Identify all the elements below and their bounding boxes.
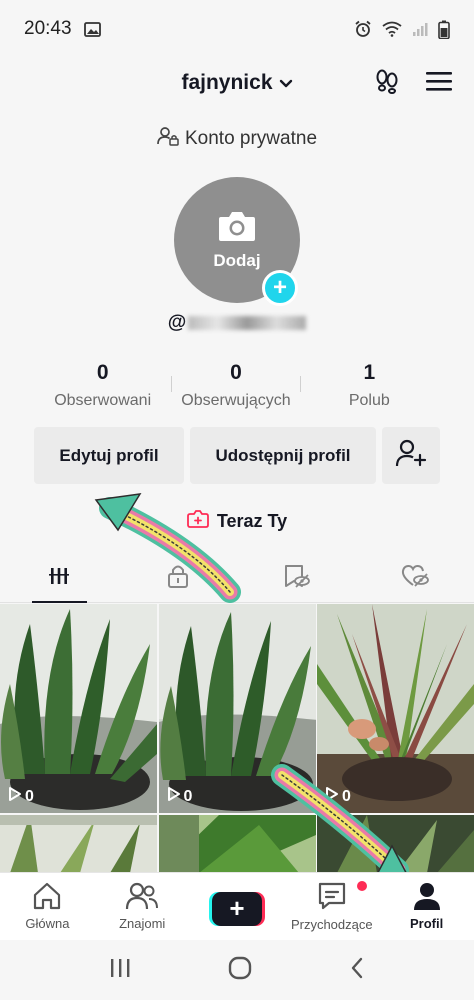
lock-icon xyxy=(167,564,189,593)
add-friend-button[interactable] xyxy=(382,427,440,484)
plant-image xyxy=(0,604,157,813)
create-icon: + xyxy=(208,891,265,926)
stat-value: 0 xyxy=(96,361,109,384)
home-icon xyxy=(32,882,62,913)
tab-videos[interactable] xyxy=(0,555,119,603)
avatar-add-label: Dodaj xyxy=(213,250,261,270)
share-profile-label: Udostępnij profil xyxy=(215,445,351,465)
stat-following[interactable]: 0 Obserwowani xyxy=(36,358,169,410)
share-profile-button[interactable]: Udostępnij profil xyxy=(190,427,376,484)
now-you-label: Teraz Ty xyxy=(216,511,288,531)
tab-liked[interactable] xyxy=(356,555,474,602)
gallery-notification-icon xyxy=(83,21,101,37)
video-thumbnail[interactable] xyxy=(317,815,474,873)
view-count: 0 xyxy=(325,786,351,807)
battery-icon xyxy=(438,20,450,39)
grid-icon xyxy=(48,565,70,592)
stat-label: Obserwujących xyxy=(181,392,291,409)
tab-saved[interactable] xyxy=(237,555,356,602)
plant-image xyxy=(158,604,316,813)
plant-image xyxy=(0,815,157,873)
view-count: 0 xyxy=(8,786,34,807)
video-thumbnail[interactable] xyxy=(0,815,157,873)
handle-prefix: @ xyxy=(167,312,187,333)
video-thumbnail[interactable]: 0 xyxy=(158,604,316,813)
add-user-icon xyxy=(395,439,427,472)
alarm-icon xyxy=(354,20,372,38)
divider xyxy=(171,376,173,392)
notification-dot xyxy=(357,881,368,891)
footprints-icon[interactable] xyxy=(374,68,400,99)
private-account-text: Konto prywatne xyxy=(184,128,318,149)
signal-icon xyxy=(412,21,428,37)
inbox-icon xyxy=(317,881,347,914)
status-bar: 20:43 xyxy=(0,0,474,58)
video-thumbnail[interactable]: 0 xyxy=(0,604,157,813)
nav-profile[interactable]: Profil xyxy=(379,873,474,940)
nav-friends[interactable]: Znajomi xyxy=(95,873,190,940)
nav-create[interactable]: + xyxy=(190,873,285,940)
video-grid: 0 0 0 xyxy=(0,604,474,873)
nav-label: Główna xyxy=(25,916,70,931)
play-icon xyxy=(167,786,181,807)
profile-icon xyxy=(413,882,441,913)
view-count: 0 xyxy=(167,786,193,807)
now-camera-icon xyxy=(186,510,209,533)
view-count-value: 0 xyxy=(25,787,34,805)
stat-value: 0 xyxy=(230,361,242,384)
nav-home[interactable]: Główna xyxy=(0,873,95,940)
play-icon xyxy=(8,786,22,807)
stats-row: 0 Obserwowani 0 Obserwujących 1 Polub xyxy=(36,358,436,410)
bottom-navigation: Główna Znajomi + Przychodzące Profil xyxy=(0,872,474,940)
private-account-label: Konto prywatne xyxy=(0,126,474,152)
plus-icon: + xyxy=(272,274,287,301)
back-icon[interactable] xyxy=(348,956,366,985)
video-thumbnail[interactable]: 0 xyxy=(317,604,474,813)
add-avatar-button[interactable]: + xyxy=(262,270,298,306)
divider xyxy=(299,376,301,392)
play-icon xyxy=(325,786,339,807)
nav-label: Znajomi xyxy=(119,916,166,931)
account-switcher[interactable]: fajnynick xyxy=(181,71,292,95)
wifi-icon xyxy=(382,21,402,37)
profile-header: fajnynick xyxy=(0,58,474,108)
camera-icon xyxy=(217,210,257,247)
chevron-down-icon xyxy=(279,71,293,95)
view-count-value: 0 xyxy=(342,787,351,805)
plant-image xyxy=(158,815,316,873)
now-you-link[interactable]: Teraz Ty xyxy=(0,510,474,533)
status-time: 20:43 xyxy=(24,18,72,39)
stat-likes[interactable]: 1 Polub xyxy=(303,358,436,410)
handle-redacted xyxy=(188,315,307,330)
liked-hidden-icon xyxy=(401,564,429,593)
edit-profile-button[interactable]: Edytuj profil xyxy=(34,427,184,484)
nav-label: Przychodzące xyxy=(290,917,373,932)
tab-private[interactable] xyxy=(119,555,238,602)
plant-image xyxy=(317,815,474,873)
edit-profile-label: Edytuj profil xyxy=(59,445,159,465)
plant-image xyxy=(317,604,474,813)
home-button-icon[interactable] xyxy=(227,955,253,986)
hidden-bookmark-icon xyxy=(282,564,311,593)
nav-label: Profil xyxy=(409,916,444,931)
stat-label: Polub xyxy=(348,392,390,409)
content-tabs xyxy=(0,555,474,603)
system-navigation xyxy=(0,940,474,1000)
friends-icon xyxy=(125,882,159,913)
username: fajnynick xyxy=(181,71,273,94)
profile-screen: 20:43 fajnynick Konto prywatne Dodaj + @… xyxy=(0,0,474,1000)
menu-icon[interactable] xyxy=(426,70,452,97)
nav-inbox[interactable]: Przychodzące xyxy=(284,873,379,940)
stat-label: Obserwowani xyxy=(54,392,152,409)
stat-value: 1 xyxy=(363,361,376,384)
video-thumbnail[interactable] xyxy=(158,815,316,873)
view-count-value: 0 xyxy=(183,787,193,805)
private-user-icon xyxy=(157,126,179,152)
recent-apps-icon[interactable] xyxy=(108,957,132,984)
profile-actions: Edytuj profil Udostępnij profil xyxy=(34,427,440,484)
user-handle: @ xyxy=(0,312,474,334)
stat-followers[interactable]: 0 Obserwujących xyxy=(169,358,302,410)
